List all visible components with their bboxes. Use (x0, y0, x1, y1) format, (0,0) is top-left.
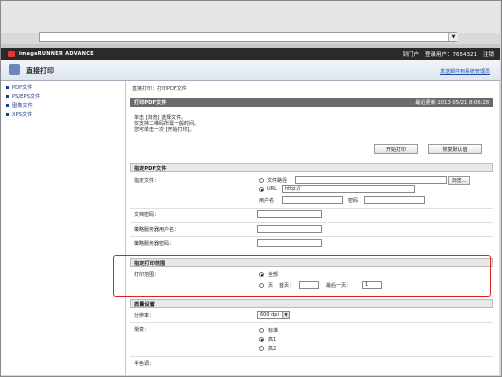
breadcrumb: 直接打印：打印PDF文件 (132, 86, 187, 92)
divider (130, 356, 493, 357)
halftone-label: 半色调： (134, 361, 155, 367)
url-radio[interactable] (259, 187, 264, 192)
sidebar: PDF文件 PS/EPS文件 图像文件 XPS文件 (1, 81, 126, 375)
bullet-icon (6, 104, 9, 107)
logout-link[interactable]: 注销 (483, 50, 494, 58)
address-input[interactable] (39, 32, 457, 42)
bullet-icon (6, 95, 9, 98)
instruction-line: 您可单击一次 [开始打印]。 (134, 127, 195, 133)
section-header: 打印PDF文件 最近更新 2013 05/21 8:06:28 (130, 98, 493, 107)
top-toolbar (1, 1, 500, 33)
gradation-standard-radio[interactable] (259, 328, 264, 333)
print-range-highlight (113, 255, 491, 297)
file-path-label: 文件路径 (267, 178, 288, 184)
start-print-button[interactable]: 开始打印 (374, 144, 418, 154)
policy-password-label: 策略服务器密码： (134, 241, 175, 247)
sidebar-item-label: PDF文件 (12, 85, 33, 91)
sidebar-item-image[interactable]: 图像文件 (1, 101, 125, 110)
login-user-value: 7654321 (452, 52, 477, 58)
url-label: URL (267, 186, 277, 192)
printer-icon (9, 64, 20, 75)
last-update-value: 2013 05/21 8:06:28 (437, 100, 489, 106)
brand-name: imageRUNNER ADVANCE (19, 51, 94, 57)
divider (130, 208, 493, 209)
policy-password-input[interactable] (257, 239, 322, 247)
policy-user-input[interactable] (257, 225, 322, 233)
chevron-down-icon: ▼ (451, 34, 456, 40)
divider (130, 322, 493, 323)
sidebar-item-label: XPS文件 (12, 112, 33, 118)
divider (130, 236, 493, 237)
chevron-down-icon: ▼ (282, 312, 289, 318)
quality-header: 质量设置 (130, 299, 493, 308)
email-admin-link[interactable]: 发送邮件到系统管理员 (440, 68, 490, 75)
header-links: 到门户 登录用户：7654321 注销 (402, 50, 494, 58)
last-update: 最近更新 2013 05/21 8:06:28 (415, 99, 489, 106)
doc-password-label: 文档密码： (134, 212, 160, 218)
portal-link[interactable]: 到门户 (402, 50, 419, 58)
divider (130, 222, 493, 223)
sidebar-item-label: 图像文件 (12, 103, 33, 109)
sidebar-item-label: PS/EPS文件 (12, 94, 41, 100)
password-label: 密码 (348, 198, 359, 204)
username-input[interactable] (282, 196, 343, 204)
doc-password-input[interactable] (257, 210, 322, 218)
brand-bar: imageRUNNER ADVANCE 到门户 登录用户：7654321 注销 (1, 48, 500, 60)
sidebar-item-ps-eps[interactable]: PS/EPS文件 (1, 92, 125, 101)
file-label: 指定文件： (134, 178, 160, 184)
password-input[interactable] (364, 196, 425, 204)
section-title: 打印PDF文件 (134, 100, 167, 106)
gradation-high2-radio[interactable] (259, 346, 264, 351)
username-label: 用户名 (259, 198, 275, 204)
bullet-icon (6, 113, 9, 116)
file-path-input[interactable] (295, 176, 447, 184)
restore-defaults-button[interactable]: 恢复默认值 (428, 144, 482, 154)
gradation-high1-radio[interactable] (259, 337, 264, 342)
resolution-value: 600 dpi (260, 312, 279, 318)
page-titlebar: 直接打印 发送邮件到系统管理员 (1, 60, 500, 81)
resolution-select[interactable]: 600 dpi ▼ (257, 311, 290, 319)
gradation-standard-label: 标准 (268, 328, 279, 334)
page-title: 直接打印 (26, 67, 54, 75)
login-user-text: 登录用户： (424, 52, 453, 58)
sidebar-item-xps[interactable]: XPS文件 (1, 110, 125, 119)
last-update-label: 最近更新 (415, 100, 436, 106)
file-path-radio[interactable] (259, 178, 264, 183)
address-dropdown-button[interactable]: ▼ (448, 33, 458, 41)
resolution-label: 分辨率： (134, 313, 155, 319)
gradation-high1-label: 高1 (268, 337, 277, 343)
bullet-icon (6, 86, 9, 89)
main-panel: 直接打印：打印PDF文件 打印PDF文件 最近更新 2013 05/21 8:0… (126, 81, 499, 375)
instructions: 单击 [浏览] 选择文件。 仅支持二维码所需一般时间。 您可单击一次 [开始打印… (134, 115, 199, 133)
login-user-label: 登录用户：7654321 (425, 50, 477, 58)
specify-pdf-header: 指定PDF文件 (130, 163, 493, 172)
policy-user-label: 策略服务器用户名： (134, 227, 180, 233)
url-input[interactable]: http:// (282, 185, 415, 193)
sidebar-item-pdf[interactable]: PDF文件 (1, 83, 125, 92)
gradation-high2-label: 高2 (268, 346, 277, 352)
canon-logo-icon (8, 51, 15, 57)
browse-button[interactable]: 浏览... (448, 176, 470, 185)
gradation-label: 渐变： (134, 327, 150, 333)
